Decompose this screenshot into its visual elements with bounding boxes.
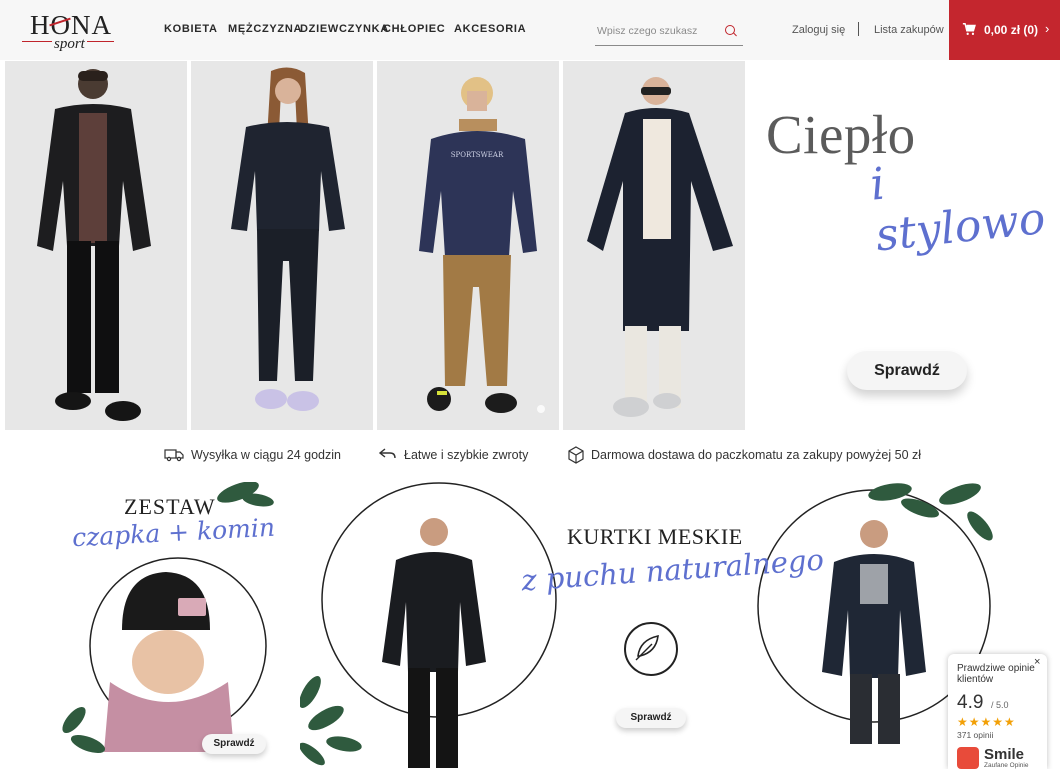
star-rating-icon: ★★★★★ [957,715,1016,729]
promo-jackets-button[interactable]: Sprawdź [616,708,686,728]
reviews-brand: Smile [984,746,1025,763]
hero-image-boy[interactable]: SPORTSWEAR [377,61,559,430]
hero-cta-button[interactable]: Sprawdź [847,351,967,390]
nav-item-mezczyzna[interactable]: MĘŻCZYZNA [228,23,302,35]
close-icon[interactable]: × [1034,656,1040,668]
login-link[interactable]: Zaloguj się [792,24,845,36]
hero-subtitle: i stylowo [868,158,1048,262]
feature-free-delivery: Darmowa dostawa do paczkomatu za zakupy … [591,448,922,462]
nav-item-chlopiec[interactable]: CHŁOPIEC [383,23,445,35]
return-arrow-icon [378,448,396,459]
reviews-score: 4.9 [957,692,984,713]
header-divider [858,22,859,36]
cart-icon [962,23,976,35]
package-icon [568,446,584,464]
cart-total: 0,00 zł (0) [984,23,1039,37]
search-input[interactable] [595,22,724,40]
reviews-count: 371 opinii [957,730,994,740]
search-icon[interactable] [725,25,735,35]
nav-item-kobieta[interactable]: KOBIETA [164,23,218,35]
svg-text:SPORTSWEAR: SPORTSWEAR [451,151,504,159]
hero-image-man[interactable] [5,61,187,430]
truck-icon [164,449,184,462]
promo-set-button[interactable]: Sprawdź [202,734,266,754]
site-header: HONA sport KOBIETA MĘŻCZYZNA DZIEWCZYNKA… [0,0,1060,60]
search-bar [595,18,743,46]
nav-item-dziewczynka[interactable]: DZIEWCZYNKA [300,23,389,35]
reviews-brand-sub: Zaufane Opinie [984,762,1029,769]
promo-jackets-title: KURTKI MESKIE [567,524,743,549]
carousel-dot[interactable] [537,405,545,413]
feature-returns: Łatwe i szybkie zwroty [404,448,529,462]
wishlist-link[interactable]: Lista zakupów [874,24,944,36]
smile-logo-icon [957,747,979,769]
chevron-right-icon: › [1045,21,1050,36]
reviews-max: / 5.0 [991,700,1009,710]
reviews-title: Prawdziwe opinie klientów [957,663,1035,685]
reviews-widget[interactable]: Prawdziwe opinie klientów × 4.9 / 5.0 ★★… [948,654,1047,769]
logo[interactable]: HONA sport [22,8,118,53]
nav-item-akcesoria[interactable]: AKCESORIA [454,23,526,35]
hero-image-girl[interactable] [191,61,373,430]
logo-sub: sport [52,36,87,53]
feature-shipping: Wysyłka w ciągu 24 godzin [191,448,341,462]
feather-icon [624,622,678,676]
hero-image-woman[interactable] [563,61,745,430]
cart-button[interactable]: 0,00 zł (0) › [949,0,1060,60]
